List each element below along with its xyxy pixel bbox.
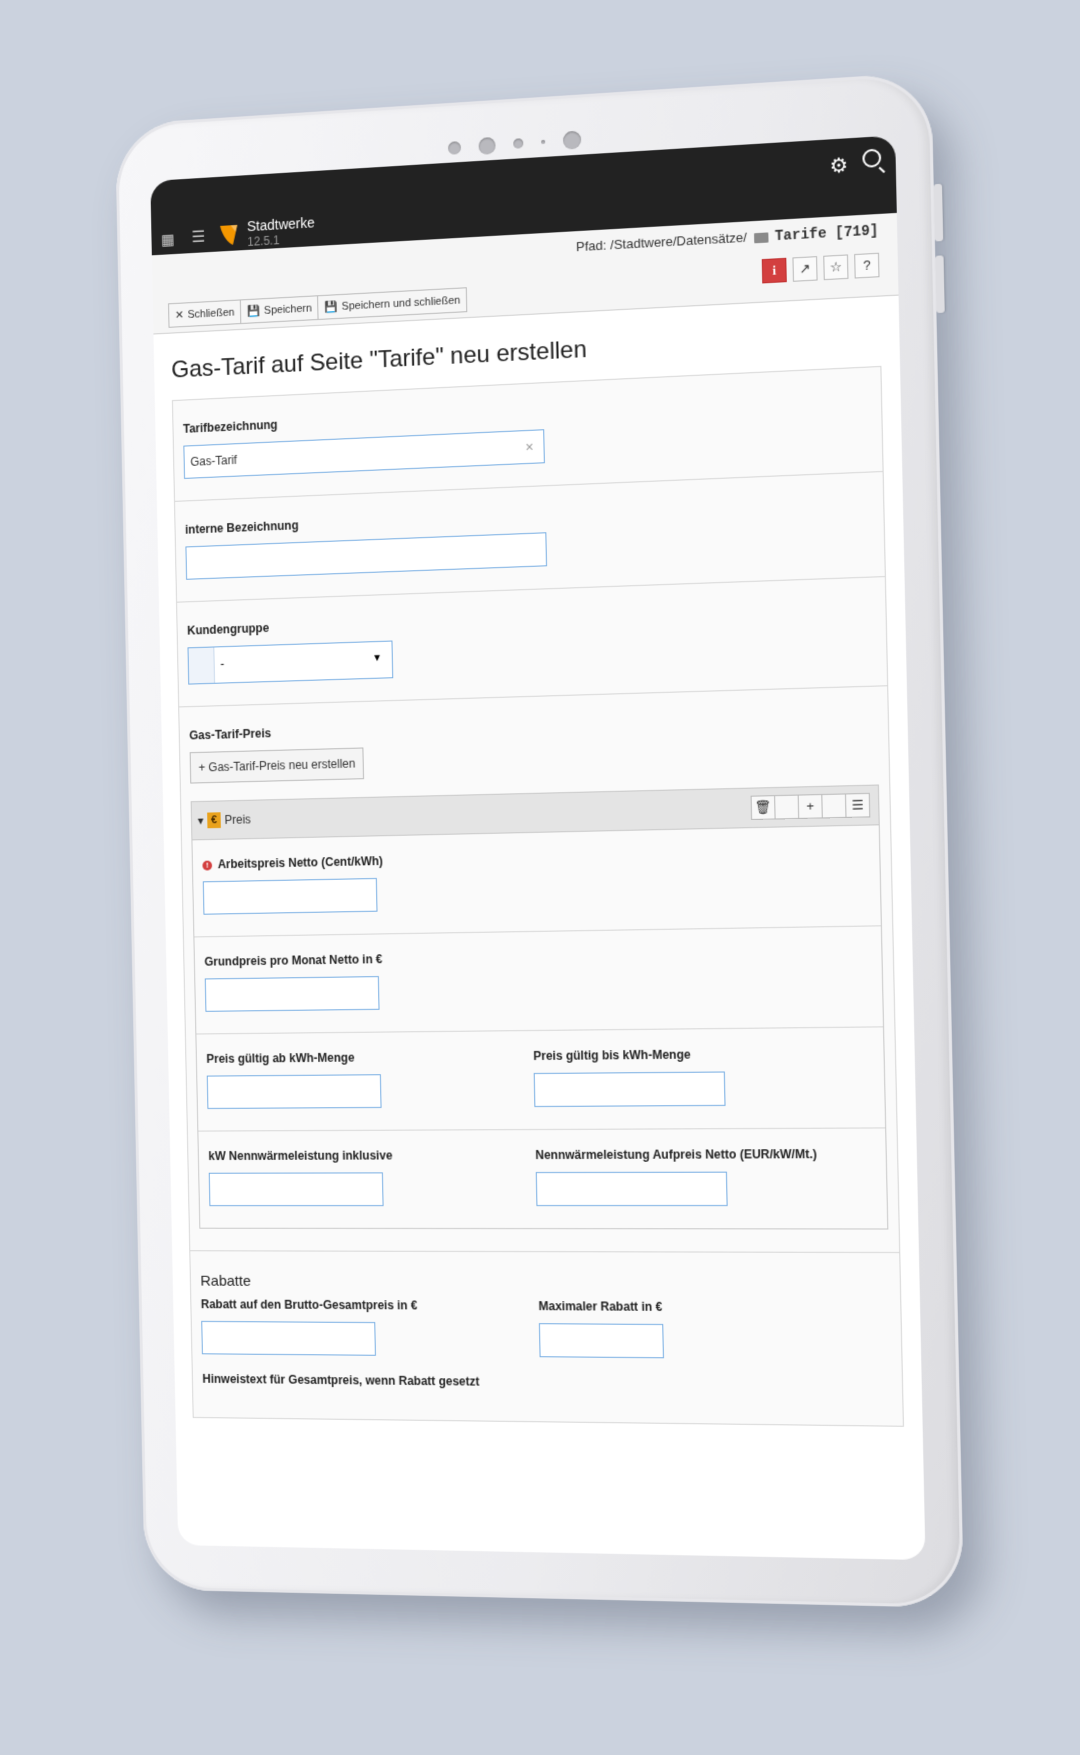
rabatte-section: Rabatte Rabatt auf den Brutto-Gesamtprei… — [190, 1250, 903, 1426]
arbeitspreis-label: Arbeitspreis Netto (Cent/kWh) — [217, 854, 384, 872]
menu-icon[interactable]: ☰ — [844, 792, 871, 818]
aufpreis-label: Nennwärmeleistung Aufpreis Netto (EUR/kW… — [535, 1147, 817, 1163]
list-icon[interactable]: ☰ — [191, 227, 205, 247]
form-panel: Tarifbezeichnung Gas-Tarif × interne Bez… — [171, 365, 904, 1427]
hinweistext-label: Hinweistext für Gesamtpreis, wenn Rabatt… — [202, 1371, 480, 1389]
help-button[interactable]: ? — [854, 252, 880, 279]
gas-tarif-preis-section: Gas-Tarif-Preis + Gas-Tarif-Preis neu er… — [179, 686, 899, 1252]
kw-inklusive-label: kW Nennwärmeleistung inklusive — [208, 1148, 393, 1163]
tarifbezeichnung-input[interactable]: Gas-Tarif × — [183, 429, 545, 479]
rabatte-title: Rabatte — [200, 1272, 252, 1290]
preis-ab-label: Preis gültig ab kWh-Menge — [206, 1050, 355, 1066]
volume-down-button — [935, 255, 945, 314]
arbeitspreis-input[interactable] — [202, 877, 378, 915]
bookmark-star-icon[interactable]: ☆ — [823, 254, 849, 281]
icon-buttons: i ↗ ☆ ? — [761, 252, 880, 284]
rabatt-brutto-label: Rabatt auf den Brutto-Gesamtpreis in € — [200, 1297, 418, 1313]
trash-icon[interactable]: 🗑 — [750, 795, 776, 821]
grundpreis-label: Grundpreis pro Monat Netto in € — [204, 952, 383, 969]
gear-icon[interactable]: ⚙ — [829, 153, 848, 180]
euro-icon: € — [207, 812, 221, 829]
required-icon: ! — [202, 860, 213, 871]
info-button[interactable]: i — [761, 257, 787, 284]
page-name[interactable]: Tarife [719] — [775, 223, 879, 245]
preis-bis-input[interactable] — [533, 1071, 726, 1108]
inline-record-controls: 🗑 + ☰ — [750, 792, 871, 821]
folder-icon — [753, 231, 769, 243]
create-gas-tarif-preis-button[interactable]: + Gas-Tarif-Preis neu erstellen — [189, 747, 365, 784]
path-label: Pfad: /Stadtwere/Datensätze/ — [575, 229, 748, 255]
empty-control[interactable] — [774, 794, 800, 820]
arbeitspreis-section: ! Arbeitspreis Netto (Cent/kWh) — [192, 825, 881, 938]
grundpreis-section: Grundpreis pro Monat Netto in € — [194, 926, 884, 1035]
preis-ab-input[interactable] — [206, 1074, 382, 1109]
close-icon: ✕ — [174, 309, 184, 322]
plus-icon: + — [198, 760, 206, 775]
screen: ▦ ☰ Stadtwerke 12.5.1 ⚙ Pfad: /Stadtwere… — [150, 135, 926, 1561]
collapse-caret-icon[interactable]: ▾ — [198, 814, 204, 828]
inline-record-preis: ▾ € Preis 🗑 + ☰ ! Arbeitspreis Netto (Ce… — [190, 784, 889, 1230]
aufpreis-input[interactable] — [535, 1171, 728, 1207]
inline-record-title: Preis — [224, 812, 251, 827]
tarifbezeichnung-label: Tarifbezeichnung — [182, 417, 278, 436]
chevron-down-icon: ▼ — [372, 652, 383, 664]
rabatt-brutto-input[interactable] — [201, 1320, 376, 1356]
max-rabatt-input[interactable] — [538, 1323, 664, 1359]
interne-bezeichnung-input[interactable] — [185, 532, 548, 580]
add-icon[interactable]: + — [797, 794, 823, 819]
clear-icon[interactable]: × — [525, 439, 533, 455]
max-rabatt-label: Maximaler Rabatt in € — [538, 1299, 663, 1314]
interne-bezeichnung-label: interne Bezeichnung — [184, 518, 299, 537]
save-button[interactable]: 💾 Speichern — [239, 295, 319, 325]
tablet-frame: ▦ ☰ Stadtwerke 12.5.1 ⚙ Pfad: /Stadtwere… — [114, 71, 965, 1609]
kundengruppe-select[interactable]: - ▼ — [187, 640, 394, 685]
search-icon[interactable] — [862, 148, 882, 168]
main-content: Gas-Tarif auf Seite "Tarife" neu erstell… — [153, 296, 922, 1427]
open-new-window-icon[interactable]: ↗ — [792, 256, 818, 282]
gas-tarif-preis-label: Gas-Tarif-Preis — [189, 726, 272, 743]
preis-bis-label: Preis gültig bis kWh-Menge — [533, 1047, 691, 1064]
app-grid-icon[interactable]: ▦ — [161, 230, 179, 249]
volume-up-button — [933, 183, 944, 242]
preis-range-section: Preis gültig ab kWh-Menge Preis gültig b… — [196, 1027, 886, 1132]
grundpreis-input[interactable] — [204, 976, 380, 1012]
save-close-button[interactable]: 💾 Speichern und schließen — [317, 287, 468, 320]
kw-inklusive-input[interactable] — [208, 1172, 384, 1207]
kundengruppe-label: Kundengruppe — [187, 621, 270, 638]
typo3-logo[interactable] — [218, 223, 240, 248]
nennwaerme-section: kW Nennwärmeleistung inklusive Nennwärme… — [198, 1128, 887, 1228]
empty-control[interactable] — [821, 793, 847, 819]
close-button[interactable]: ✕ Schließen — [168, 299, 242, 328]
save-icon: 💾 — [246, 305, 261, 318]
brand: Stadtwerke 12.5.1 — [247, 214, 315, 249]
save-close-icon: 💾 — [324, 301, 338, 314]
